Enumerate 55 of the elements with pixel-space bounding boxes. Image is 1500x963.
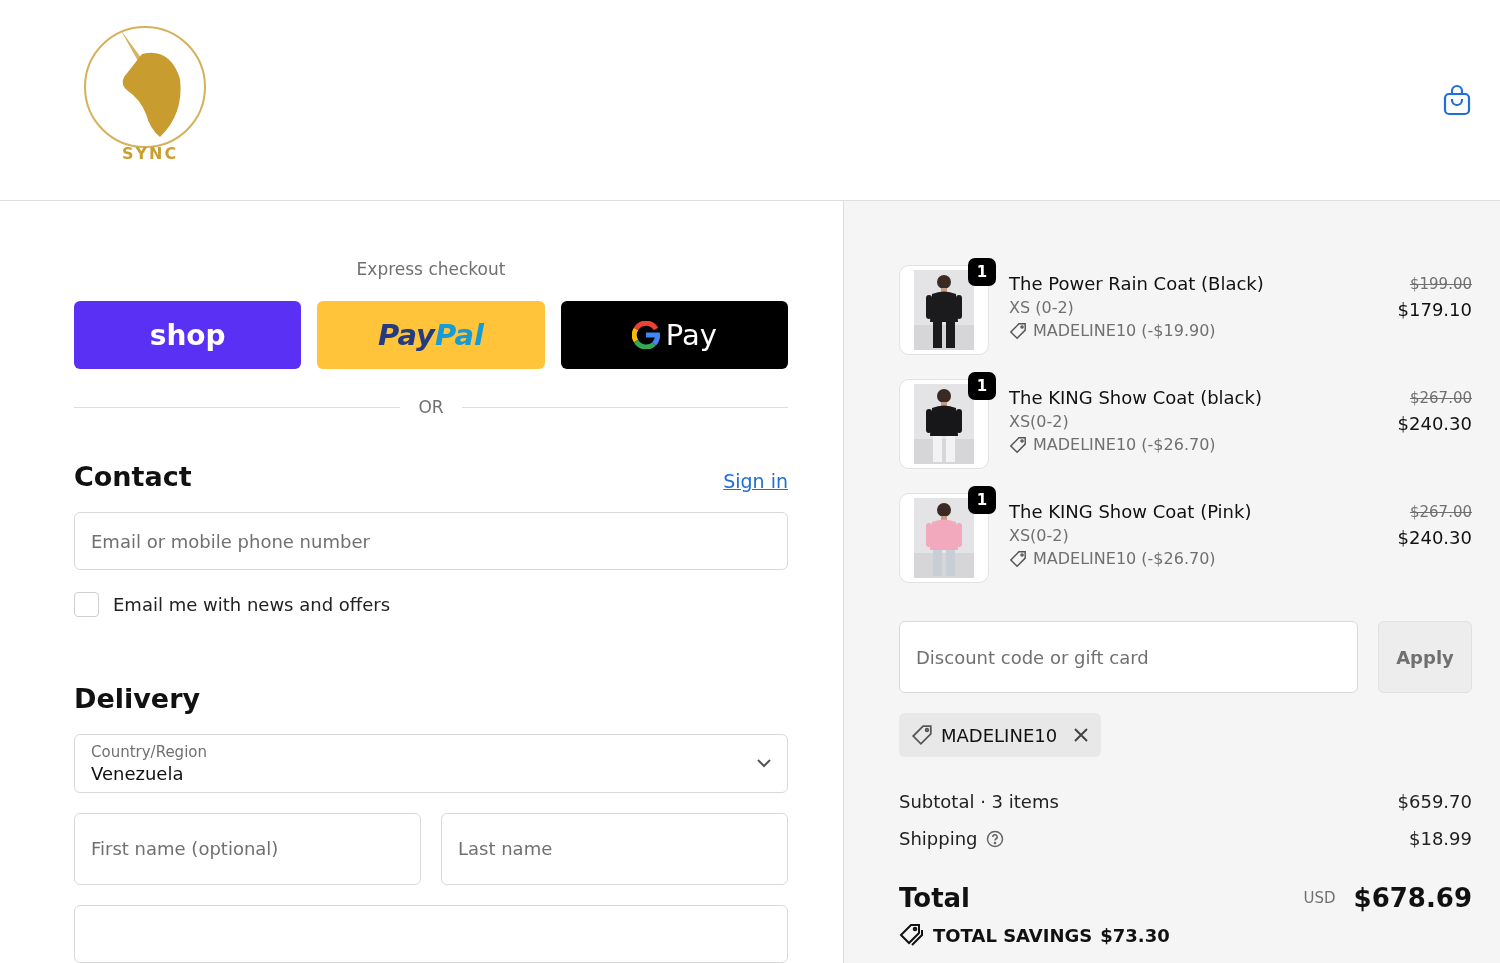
email-field[interactable]: Email or mobile phone number	[74, 512, 788, 571]
discount-code-field[interactable]: Discount code or gift card	[899, 621, 1358, 693]
delivery-heading: Delivery	[74, 683, 201, 715]
tag-icon	[911, 724, 933, 746]
tag-icon	[1009, 549, 1027, 568]
product-name: The Power Rain Coat (Black)	[1009, 273, 1265, 294]
shopping-bag-icon[interactable]	[1442, 84, 1472, 116]
total-value: $678.69	[1353, 883, 1472, 913]
subtotal-label: Subtotal · 3 items	[899, 791, 1059, 812]
product-variant: XS(0-2)	[1009, 526, 1070, 545]
quantity-badge: 1	[968, 258, 996, 286]
tags-icon	[899, 923, 925, 947]
product-name: The KING Show Coat (black)	[1009, 387, 1263, 408]
item-price: $240.30	[1397, 527, 1472, 548]
paypal-button[interactable]: PayPal	[317, 301, 545, 369]
newsletter-checkbox[interactable]	[74, 592, 99, 618]
apply-button[interactable]: Apply	[1378, 621, 1472, 693]
shipping-value: $18.99	[1409, 828, 1472, 849]
newsletter-label: Email me with news and offers	[113, 594, 391, 616]
or-divider-text: OR	[418, 397, 444, 417]
item-price: $179.10	[1397, 299, 1472, 320]
input-field[interactable]	[74, 904, 788, 963]
google-g-icon	[631, 321, 660, 349]
original-price: $199.00	[1409, 275, 1472, 293]
tag-icon	[1009, 435, 1027, 454]
discount-code: MADELINE10	[941, 724, 1058, 746]
currency-code: USD	[1303, 889, 1336, 907]
total-savings-label: TOTAL SAVINGS	[933, 924, 1093, 946]
item-discount: MADELINE10 (-$26.70)	[1033, 435, 1216, 454]
last-name-field[interactable]: Last name	[441, 812, 788, 885]
logo-text: SYNC	[121, 144, 179, 163]
tag-icon	[1009, 321, 1027, 340]
product-variant: XS (0-2)	[1009, 298, 1075, 317]
product-name: The KING Show Coat (Pink)	[1009, 501, 1253, 522]
original-price: $267.00	[1409, 503, 1472, 521]
help-icon[interactable]	[985, 829, 1004, 848]
country-select[interactable]: Country/Region Venezuela	[74, 734, 788, 793]
total-label: Total	[899, 883, 971, 913]
item-discount: MADELINE10 (-$19.90)	[1033, 321, 1216, 340]
quantity-badge: 1	[968, 372, 996, 400]
express-checkout-title: Express checkout	[355, 259, 507, 279]
quantity-badge: 1	[968, 486, 996, 514]
chevron-down-icon	[757, 759, 771, 768]
contact-heading: Contact	[74, 461, 192, 492]
subtotal-value: $659.70	[1397, 791, 1472, 812]
shipping-label: Shipping	[899, 828, 978, 849]
google-pay-button[interactable]: Pay	[560, 301, 788, 369]
item-price: $240.30	[1397, 413, 1472, 434]
original-price: $267.00	[1409, 389, 1472, 407]
first-name-field[interactable]: First name (optional)	[74, 812, 421, 885]
product-variant: XS(0-2)	[1009, 412, 1070, 431]
total-savings-value: $73.30	[1100, 924, 1170, 946]
sign-in-link[interactable]: Sign in	[723, 470, 788, 492]
shop-pay-button[interactable]: shop	[74, 301, 302, 369]
item-discount: MADELINE10 (-$26.70)	[1033, 549, 1216, 568]
